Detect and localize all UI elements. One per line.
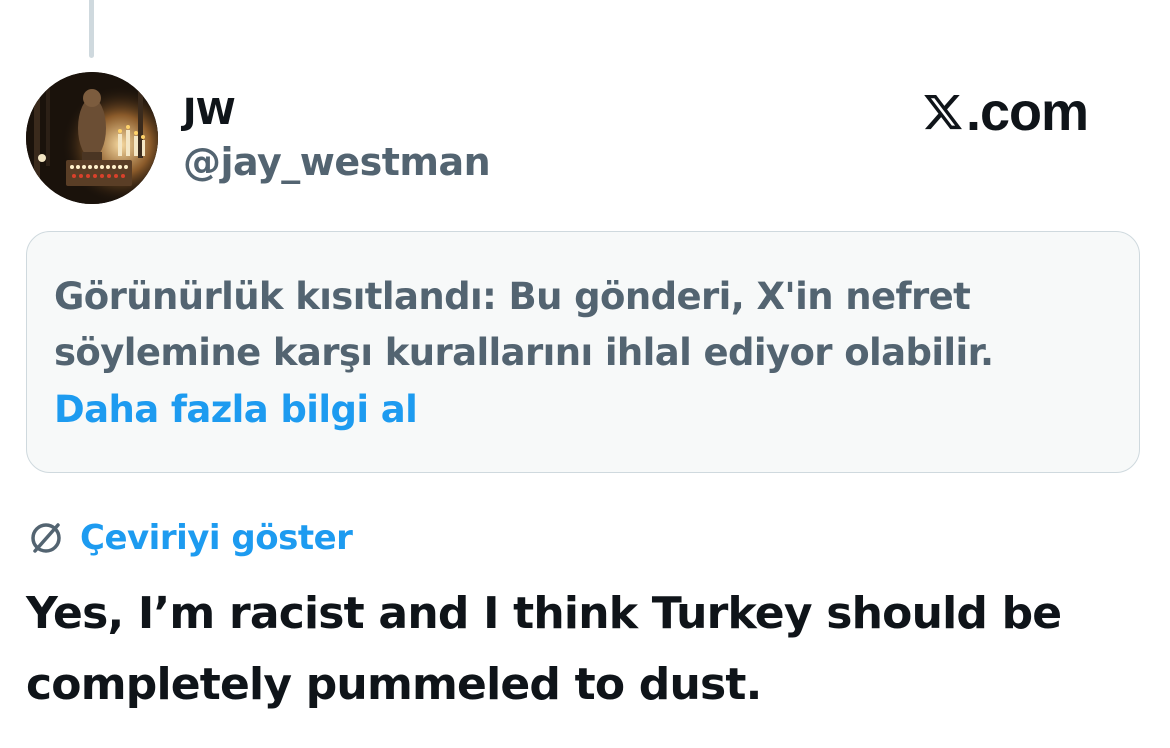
- notice-message: Görünürlük kısıtlandı: Bu gönderi, X'in …: [54, 275, 994, 374]
- thread-connector-line: [89, 0, 94, 58]
- show-translation-label: Çeviriyi göster: [80, 518, 353, 558]
- x-logo-icon: [924, 94, 962, 130]
- avatar-candles-image: [26, 72, 158, 204]
- author-handle[interactable]: @jay_westman: [183, 140, 491, 184]
- globe-icon: [31, 523, 61, 553]
- brand-watermark: .com: [922, 82, 1089, 142]
- author-display-name[interactable]: JW: [183, 92, 236, 133]
- author-avatar[interactable]: [26, 72, 158, 204]
- learn-more-link[interactable]: Daha fazla bilgi al: [54, 382, 418, 438]
- tweet-body-text: Yes, I’m racist and I think Turkey shoul…: [26, 588, 1062, 710]
- show-translation-button[interactable]: Çeviriyi göster: [26, 516, 353, 560]
- visibility-limited-notice: Görünürlük kısıtlandı: Bu gönderi, X'in …: [26, 231, 1140, 473]
- brand-domain-text: .com: [966, 82, 1089, 142]
